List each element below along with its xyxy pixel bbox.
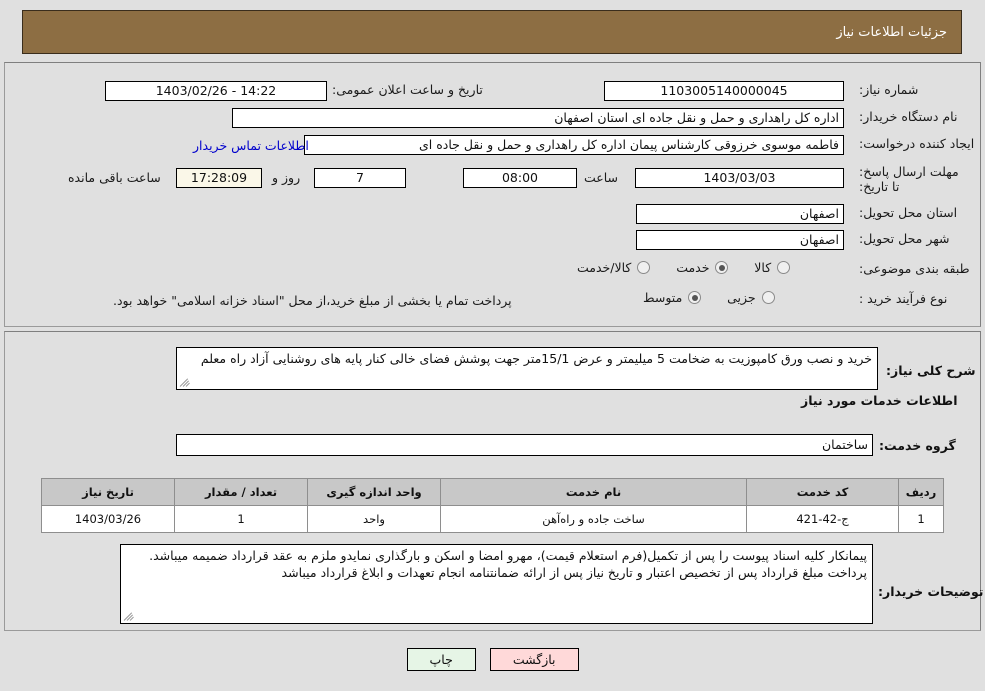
province-label: استان محل تحویل: (859, 205, 958, 220)
radio-icon[interactable] (715, 261, 729, 274)
column-header-index: ردیف (898, 478, 944, 506)
radio-icon[interactable] (637, 261, 651, 274)
page-header-bar: جزئیات اطلاعات نیاز (22, 10, 962, 54)
summary-text: خرید و نصب ورق کامپوزیت به ضخامت 5 میلیم… (200, 351, 872, 366)
city-label-wrap: شهر محل تحویل: (859, 231, 949, 246)
process-option-label: متوسط (643, 290, 683, 305)
cell-unit: واحد (307, 505, 441, 533)
process-label-wrap: نوع فرآیند خرید : (859, 291, 947, 306)
time-left-value: 17:28:09 (176, 168, 262, 188)
action-button-bar: بازگشت چاپ (0, 648, 985, 671)
category-radio-group: کالا خدمت کالا/خدمت (555, 260, 791, 277)
cell-quantity: 1 (174, 505, 308, 533)
services-heading: اطلاعات خدمات مورد نیاز (801, 393, 958, 408)
days-unit-label: روز و (272, 170, 301, 185)
column-header-quantity: تعداد / مقدار (174, 478, 308, 506)
category-option-kala-khedmat[interactable]: کالا/خدمت (577, 260, 651, 275)
days-left-value: 7 (314, 168, 406, 188)
category-option-label: کالا (754, 260, 772, 275)
need-number-value: 1103005140000045 (604, 81, 844, 101)
buyer-org-label: نام دستگاه خریدار: (859, 109, 958, 124)
resize-grip-icon[interactable] (123, 610, 135, 622)
service-group-value: ساختمان (176, 434, 873, 456)
buyer-notes-label: توضیحات خریدار: (878, 584, 984, 599)
public-announce-label: تاریخ و ساعت اعلان عمومی: (332, 82, 483, 97)
need-number-label: شماره نیاز: (859, 82, 919, 97)
radio-icon[interactable] (688, 291, 702, 304)
cell-index: 1 (898, 505, 944, 533)
public-announce-label-wrap: تاریخ و ساعت اعلان عمومی: (332, 82, 483, 97)
back-button[interactable]: بازگشت (489, 648, 579, 671)
radio-icon[interactable] (777, 261, 791, 274)
buyer-notes-textarea[interactable]: پیمانکار کلیه اسناد پیوست را پس از تکمیل… (120, 544, 873, 624)
category-option-label: خدمت (676, 260, 710, 275)
summary-textarea[interactable]: خرید و نصب ورق کامپوزیت به ضخامت 5 میلیم… (176, 347, 878, 390)
buyer-org-value: اداره کل راهداری و حمل و نقل جاده ای است… (232, 108, 844, 128)
city-value: اصفهان (636, 230, 844, 250)
deadline-label-wrap: مهلت ارسال پاسخ: تا تاریخ: (859, 164, 959, 194)
deadline-time-label: ساعت (584, 170, 619, 185)
city-label: شهر محل تحویل: (859, 231, 950, 246)
process-option-motevaset[interactable]: متوسط (643, 290, 702, 305)
column-header-service-code: کد خدمت (746, 478, 899, 506)
requester-label-wrap: ایجاد کننده درخواست: (859, 136, 974, 151)
time-left-suffix-label: ساعت باقی مانده (68, 170, 161, 185)
province-label-wrap: استان محل تحویل: (859, 205, 957, 220)
buyer-notes-text: پیمانکار کلیه اسناد پیوست را پس از تکمیل… (149, 548, 867, 580)
category-label-wrap: طبقه بندی موضوعی: (859, 261, 970, 276)
deadline-time-value: 08:00 (463, 168, 577, 188)
page-title: جزئیات اطلاعات نیاز (836, 24, 947, 40)
cell-need-date: 1403/03/26 (41, 505, 175, 533)
process-radio-group: جزیی متوسط (621, 290, 775, 307)
need-info-panel (4, 62, 981, 327)
service-group-label: گروه خدمت: (879, 438, 956, 453)
process-option-jozei[interactable]: جزیی (727, 290, 775, 305)
process-option-label: جزیی (727, 290, 756, 305)
requester-value: فاطمه موسوی خرزوقی کارشناس پیمان اداره ک… (304, 135, 844, 155)
resize-grip-icon[interactable] (179, 376, 191, 388)
category-option-label: کالا/خدمت (577, 260, 632, 275)
public-announce-value: 14:22 - 1403/02/26 (105, 81, 327, 101)
category-option-khedmat[interactable]: خدمت (676, 260, 729, 275)
cell-service-code: ج-42-421 (746, 505, 899, 533)
table-header-row: ردیف کد خدمت نام خدمت واحد اندازه گیری ت… (41, 478, 944, 506)
services-table: ردیف کد خدمت نام خدمت واحد اندازه گیری ت… (41, 478, 944, 533)
deadline-date-value: 1403/03/03 (635, 168, 844, 188)
category-label: طبقه بندی موضوعی: (859, 261, 970, 276)
category-option-kala[interactable]: کالا (754, 260, 791, 275)
province-value: اصفهان (636, 204, 844, 224)
column-header-unit: واحد اندازه گیری (307, 478, 441, 506)
process-label: نوع فرآیند خرید : (859, 291, 948, 306)
table-row: 1 ج-42-421 ساخت جاده و راه‌آهن واحد 1 14… (41, 505, 944, 533)
buyer-contact-link[interactable]: اطلاعات تماس خریدار (193, 138, 309, 153)
summary-label: شرح کلی نیاز: (886, 363, 976, 378)
need-number-label-wrap: شماره نیاز: (859, 82, 918, 97)
cell-service-name: ساخت جاده و راه‌آهن (440, 505, 747, 533)
column-header-need-date: تاریخ نیاز (41, 478, 175, 506)
deadline-label: مهلت ارسال پاسخ: تا تاریخ: (859, 164, 959, 194)
column-header-service-name: نام خدمت (440, 478, 747, 506)
requester-label: ایجاد کننده درخواست: (859, 136, 975, 151)
print-button[interactable]: چاپ (406, 648, 476, 671)
buyer-org-label-wrap: نام دستگاه خریدار: (859, 109, 957, 124)
treasury-note: پرداخت تمام یا بخشی از مبلغ خرید،از محل … (113, 293, 512, 308)
radio-icon[interactable] (761, 291, 775, 304)
